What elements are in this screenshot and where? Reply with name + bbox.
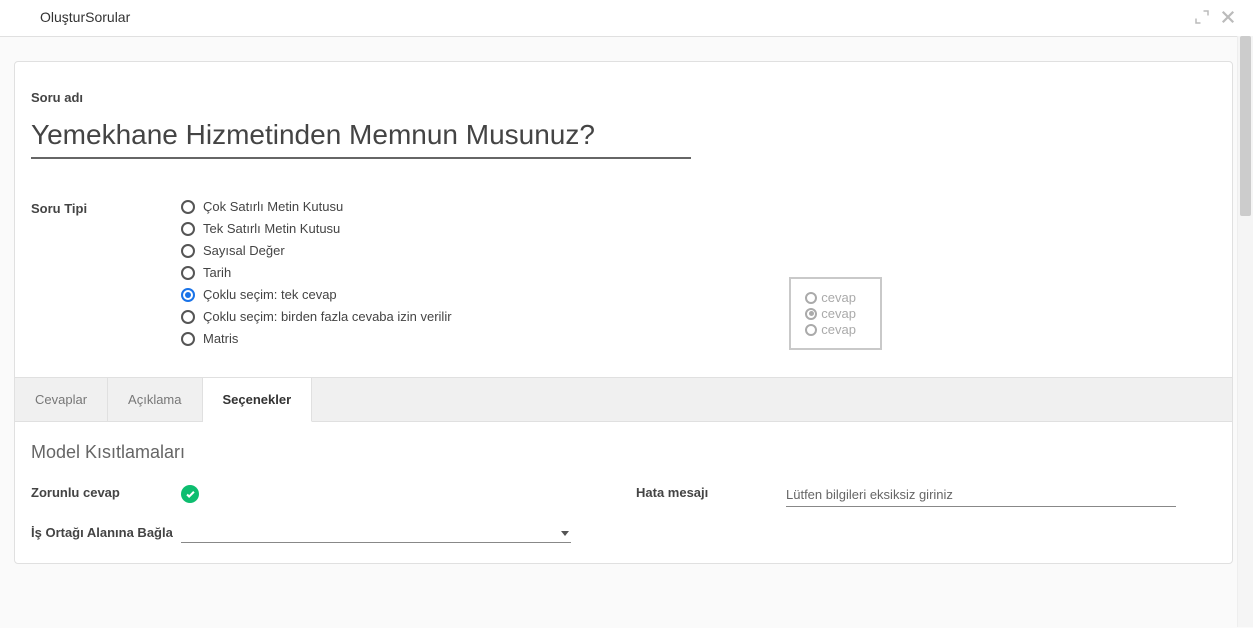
close-icon[interactable] — [1219, 8, 1237, 26]
radio-label: Çoklu seçim: birden fazla cevaba izin ve… — [203, 309, 452, 324]
panel-body: Soru adı Soru Tipi Çok Satırlı Metin Kut… — [15, 62, 1232, 377]
radio-date[interactable]: Tarih — [181, 265, 452, 280]
radio-icon — [181, 222, 195, 236]
dialog-body: Soru adı Soru Tipi Çok Satırlı Metin Kut… — [0, 37, 1253, 628]
tabs: Cevaplar Açıklama Seçenekler — [15, 377, 1232, 421]
mandatory-answer-field: Zorunlu cevap — [31, 485, 199, 507]
radio-icon — [181, 244, 195, 258]
radio-icon — [805, 324, 817, 336]
question-type-options: Çok Satırlı Metin Kutusu Tek Satırlı Met… — [181, 199, 452, 353]
preview-label: cevap — [821, 290, 856, 305]
header-controls — [1193, 8, 1237, 26]
options-row: İş Ortağı Alanına Bağla — [31, 525, 1216, 543]
question-name-input[interactable] — [31, 115, 691, 159]
radio-matrix[interactable]: Matris — [181, 331, 452, 346]
expand-icon[interactable] — [1193, 8, 1211, 26]
radio-singleline-text[interactable]: Tek Satırlı Metin Kutusu — [181, 221, 452, 236]
tab-description[interactable]: Açıklama — [108, 378, 202, 421]
scrollbar[interactable] — [1237, 36, 1253, 627]
tab-content-options: Model Kısıtlamaları Zorunlu cevap Hata m… — [15, 421, 1232, 563]
radio-icon — [181, 200, 195, 214]
error-message-input[interactable] — [786, 485, 1176, 507]
radio-label: Çoklu seçim: tek cevap — [203, 287, 337, 302]
radio-label: Tarih — [203, 265, 231, 280]
question-type-label: Soru Tipi — [31, 199, 181, 353]
radio-multiline-text[interactable]: Çok Satırlı Metin Kutusu — [181, 199, 452, 214]
dialog-header: OluşturSorular — [0, 0, 1253, 37]
error-message-label: Hata mesajı — [636, 485, 786, 500]
question-name-label: Soru adı — [31, 90, 1208, 105]
radio-icon — [181, 332, 195, 346]
radio-label: Tek Satırlı Metin Kutusu — [203, 221, 340, 236]
radio-icon — [181, 288, 195, 302]
options-row: Zorunlu cevap Hata mesajı — [31, 485, 1216, 507]
tab-options[interactable]: Seçenekler — [203, 378, 313, 422]
bind-partner-label: İş Ortağı Alanına Bağla — [31, 525, 181, 540]
section-title: Model Kısıtlamaları — [31, 442, 1216, 463]
radio-label: Sayısal Değer — [203, 243, 285, 258]
radio-multi-choice[interactable]: Çoklu seçim: birden fazla cevaba izin ve… — [181, 309, 452, 324]
radio-single-choice[interactable]: Çoklu seçim: tek cevap — [181, 287, 452, 302]
radio-icon — [181, 266, 195, 280]
error-message-field: Hata mesajı — [636, 485, 1176, 507]
mandatory-label: Zorunlu cevap — [31, 485, 181, 500]
radio-numeric[interactable]: Sayısal Değer — [181, 243, 452, 258]
radio-label: Matris — [203, 331, 238, 346]
preview-label: cevap — [821, 322, 856, 337]
scrollbar-thumb[interactable] — [1240, 36, 1251, 216]
preview-item: cevap — [805, 322, 856, 337]
radio-icon — [805, 308, 817, 320]
bind-partner-field: İş Ortağı Alanına Bağla — [31, 525, 571, 543]
mandatory-toggle[interactable] — [181, 485, 199, 503]
radio-icon — [805, 292, 817, 304]
bind-partner-dropdown[interactable] — [181, 525, 571, 543]
question-type-row: Soru Tipi Çok Satırlı Metin Kutusu Tek S… — [31, 199, 1208, 353]
tab-answers[interactable]: Cevaplar — [15, 378, 108, 421]
preview-label: cevap — [821, 306, 856, 321]
question-preview: cevap cevap cevap — [789, 277, 882, 350]
main-panel: Soru adı Soru Tipi Çok Satırlı Metin Kut… — [14, 61, 1233, 564]
radio-label: Çok Satırlı Metin Kutusu — [203, 199, 343, 214]
preview-item: cevap — [805, 306, 856, 321]
preview-item: cevap — [805, 290, 856, 305]
radio-icon — [181, 310, 195, 324]
dialog-title: OluşturSorular — [40, 9, 130, 25]
